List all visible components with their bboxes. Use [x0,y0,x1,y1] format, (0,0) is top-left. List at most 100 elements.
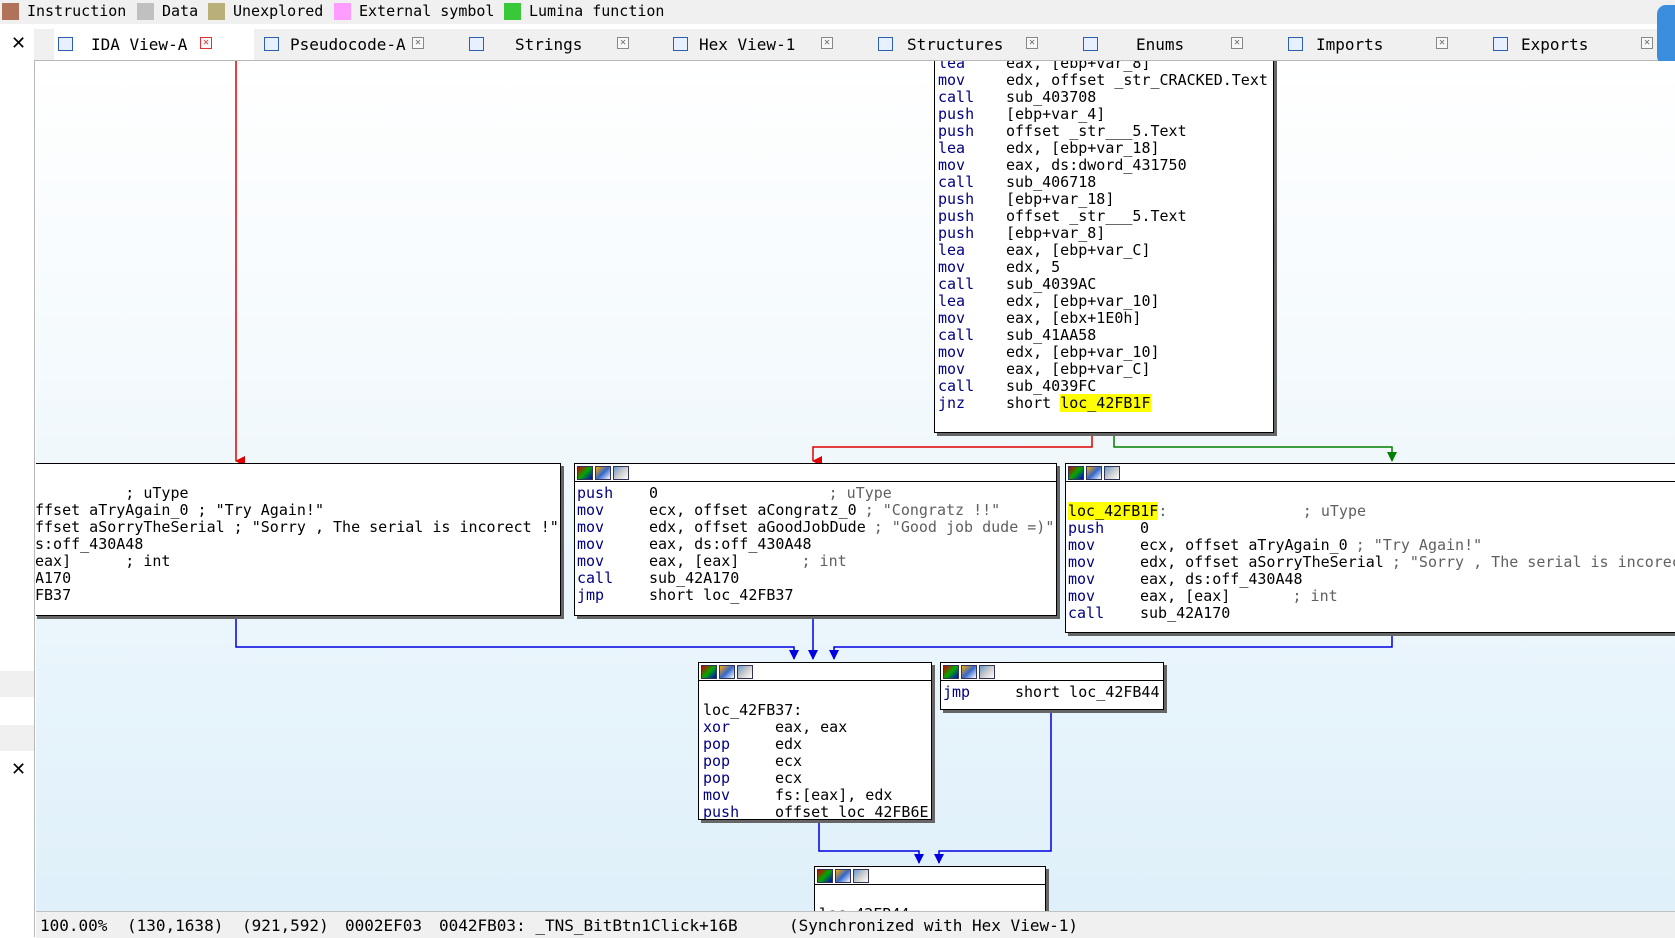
code-line: mov edx, [ebp+var_10] [938,343,1160,361]
mnemonic: push [703,803,740,820]
tab-label: Pseudocode-A [290,35,406,54]
edit-block-icon[interactable] [961,665,977,679]
code-line: mov fs:[eax], edx [703,786,892,804]
operand: eax, [eax] [1140,587,1231,605]
tab-close-button[interactable]: ✕ [617,37,629,49]
code-line: push [ebp+var_18] [938,190,1114,208]
tab-close-button[interactable]: ✕ [1641,37,1653,49]
tab-close-button[interactable]: ✕ [1436,37,1448,49]
mnemonic: mov [577,535,605,553]
operand: 0 [649,484,659,502]
mnemonic: mov [938,71,966,89]
operand: sub_4039AC [1006,275,1097,293]
current-address: 0042FB03: _TNS_BitBtn1Click+16B [439,916,738,935]
code-line: push offset loc_42FB6E [703,803,929,820]
block-label[interactable]: loc_42FB1F [1068,502,1159,520]
tab-close-button[interactable]: ✕ [1231,37,1243,49]
operand: edx, [ebp+var_10] [1006,343,1160,361]
code-block-jmp[interactable]: jmp short loc_42FB44 [940,662,1164,710]
graph-block-icon[interactable] [737,665,753,679]
tab-close-button[interactable]: ✕ [821,37,833,49]
graph-block-icon[interactable] [979,665,995,679]
exports-icon [1493,37,1508,51]
close-panel-button[interactable]: ✕ [11,33,26,54]
code-block-loc-42fb44[interactable]: loc_42FB44: [814,866,1046,911]
tab-label: Enums [1136,35,1185,54]
mnemonic: mov [1068,553,1096,571]
code-block-left[interactable]: ; uType ffset aTryAgain_0 ; "Try Again!" f… [36,463,561,616]
code-line: call sub_42A170 [1068,604,1238,622]
color-block-icon[interactable] [817,869,833,883]
tab-label: Hex View-1 [699,35,796,54]
legend-swatch [504,3,521,20]
block-label: loc_42FB37: [703,701,803,719]
code-line: lea edx, [ebp+var_10] [938,292,1160,310]
tab-structures[interactable]: Structures ✕ [874,29,1074,60]
tab-hex-view-1[interactable]: Hex View-1 ✕ [669,29,869,60]
graph-view[interactable]: lea eax, [ebp+var_8] mov edx, offset _str_C… [36,61,1675,911]
color-block-icon[interactable] [943,665,959,679]
tab-label: IDA View-A [91,35,188,54]
mnemonic: mov [577,518,605,536]
mnemonic: mov [703,786,731,804]
operand: ecx [775,752,803,770]
code-line: push [ebp+var_8] [938,224,1105,242]
tab-exports[interactable]: Exports ✕ [1489,29,1675,60]
code-line: mov eax, [eax] ; int [577,552,847,570]
tab-strings[interactable]: Strings ✕ [465,29,665,60]
tab-close-button[interactable]: ✕ [412,37,424,49]
operand: eax, [ebx+1E0h] [1006,309,1142,327]
tab-close-button[interactable]: ✕ [200,37,212,49]
operand: fs:[eax], edx [775,786,893,804]
operand: edx [775,735,803,753]
edit-block-icon[interactable] [835,869,851,883]
color-block-icon[interactable] [701,665,717,679]
label-comment: : ; uType [1158,502,1367,520]
edit-block-icon[interactable] [1086,466,1102,480]
code-line: pop ecx [703,752,802,770]
operand: eax, ds:off_430A48 [1140,570,1303,588]
code-block-loc-42fb1f[interactable]: loc_42FB1F: ; uType push 0 mov ecx, offset a… [1065,463,1675,633]
code-line: mov eax, ds:off_430A48 [1068,570,1311,588]
code-line: call sub_4039AC [938,275,1096,293]
edit-block-icon[interactable] [595,466,611,480]
code-line: jmp short loc_42FB44 [943,683,1160,701]
code-line: ffset aTryAgain_0 ; "Try Again!" [36,501,324,519]
code-line: lea edx, [ebp+var_18] [938,139,1160,157]
code-line: eax] ; int [36,552,171,570]
graph-block-icon[interactable] [853,869,869,883]
mnemonic: call [1068,604,1105,622]
tab-close-button[interactable]: ✕ [1026,37,1038,49]
jump-target-label[interactable]: loc_42FB1F [1060,394,1151,412]
edit-block-icon[interactable] [719,665,735,679]
status-bar: 100.00% (130,1638) (921,592) 0002EF03 00… [36,911,1675,938]
code-block-loc-42fb37[interactable]: loc_42FB37: xor eax, eax pop edx pop ecx pop ecx… [698,662,932,820]
operand: short loc_42FB37 [649,586,794,604]
operand: sub_406718 [1006,173,1097,191]
code-block-congratz[interactable]: push 0 ; uType mov ecx, offset aCongratz_0;… [574,463,1057,616]
code-line: ; uType [36,484,189,502]
mnemonic: mov [1068,587,1096,605]
scroll-handle[interactable] [1657,5,1675,65]
mnemonic: mov [1068,536,1096,554]
tab-imports[interactable]: Imports ✕ [1284,29,1484,60]
mnemonic: push [938,207,975,225]
tab-pseudocode-a[interactable]: Pseudocode-A ✕ [260,29,460,60]
tab-enums[interactable]: Enums ✕ [1079,29,1279,60]
edge-left-to-join [235,614,799,660]
color-block-icon[interactable] [577,466,593,480]
close-panel-button[interactable]: ✕ [11,759,26,780]
code-line: FB37 [36,586,72,604]
color-block-icon[interactable] [1068,466,1084,480]
block-header [575,464,1056,482]
mnemonic: push [577,484,614,502]
mnemonic: pop [703,769,731,787]
graph-block-icon[interactable] [1104,466,1120,480]
code-block-top[interactable]: lea eax, [ebp+var_8] mov edx, offset _str_C… [934,61,1274,433]
tab-ida-view-a[interactable]: IDA View-A ✕ [54,29,254,60]
code-line: jnz short loc_42FB1F [938,394,1151,412]
graph-block-icon[interactable] [613,466,629,480]
mouse-coordinates: (921,592) [242,916,329,935]
edge-false-mid [812,431,1093,466]
mnemonic: mov [938,360,966,378]
